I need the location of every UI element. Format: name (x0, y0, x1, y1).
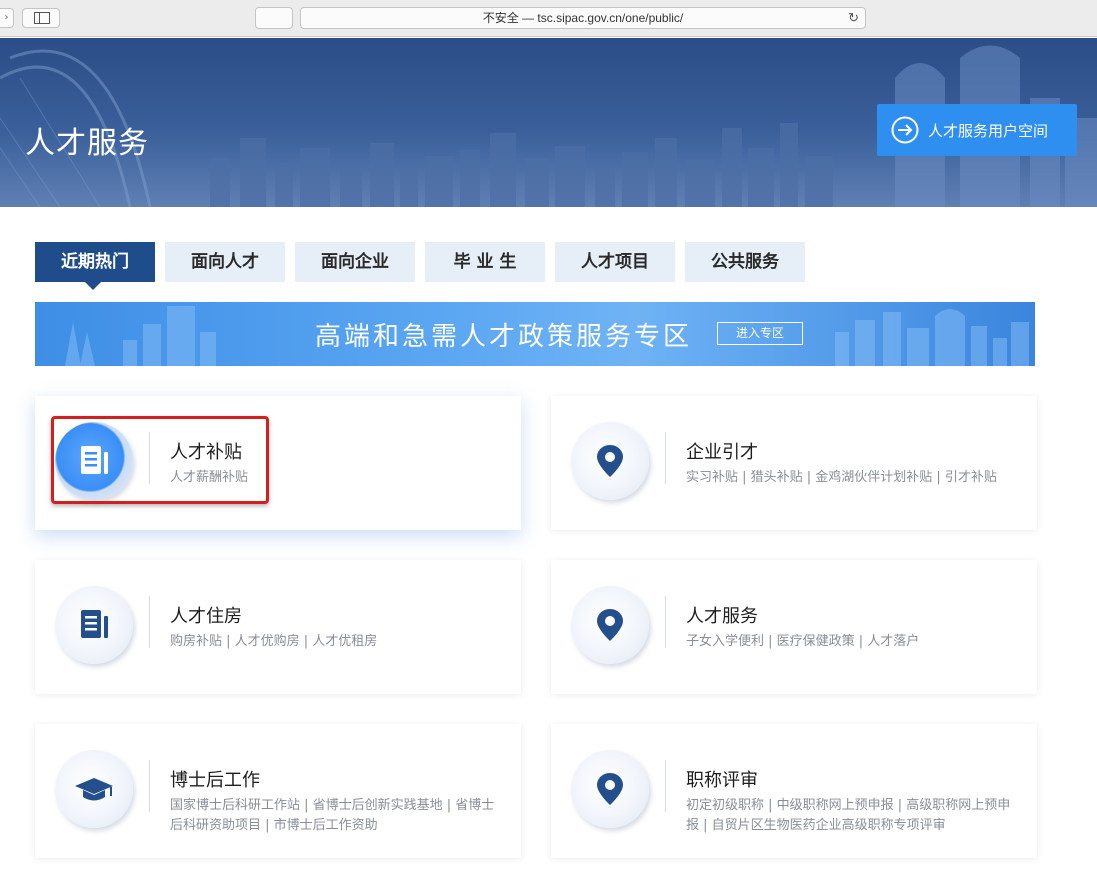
policy-zone-title: 高端和急需人才政策服务专区 (315, 322, 693, 352)
tab-graduates[interactable]: 毕 业 生 (425, 242, 545, 282)
card-subtitle: 实习补贴 | 猎头补贴 | 金鸡湖伙伴计划补贴 | 引才补贴 (686, 470, 997, 485)
card-title: 职称评审 (686, 770, 758, 791)
tab-for-talent[interactable]: 面向人才 (165, 242, 285, 282)
policy-zone-banner[interactable]: 高端和急需人才政策服务专区 进入专区 (35, 302, 1035, 366)
card-divider (149, 596, 150, 648)
tab-overview-button[interactable] (255, 7, 293, 29)
card-icon-circle (571, 586, 649, 664)
enter-zone-button[interactable]: 进入专区 (717, 322, 803, 345)
back-button[interactable]: › (0, 8, 14, 28)
card-talent-services[interactable]: 人才服务 子女入学便利 | 医疗保健政策 | 人才落户 (551, 560, 1037, 694)
address-bar[interactable]: 不安全 — tsc.sipac.gov.cn/one/public/ ↻ (300, 7, 866, 29)
card-icon-circle (571, 422, 649, 500)
card-subtitle: 子女入学便利 | 医疗保健政策 | 人才落户 (686, 634, 920, 649)
card-subtitle: 国家博士后科研工作站 | 省博士后创新实践基地 | 省博士后科研资助项目 | 市… (170, 798, 495, 833)
card-icon-circle (55, 586, 133, 664)
card-icon-circle (571, 750, 649, 828)
sidebar-toggle-button[interactable] (22, 8, 60, 28)
highlight-box (51, 416, 269, 504)
card-talent-housing[interactable]: 人才住房 购房补贴 | 人才优购房 | 人才优租房 (35, 560, 521, 694)
card-subtitle: 初定初级职称 | 中级职称网上预申报 | 高级职称网上预申报 | 自贸片区生物医… (686, 798, 1011, 833)
card-title: 博士后工作 (170, 770, 260, 791)
page-title: 人才服务 (25, 126, 149, 161)
card-subtitle: 购房补贴 | 人才优购房 | 人才优租房 (170, 634, 378, 649)
address-text: 不安全 — tsc.sipac.gov.cn/one/public/ (482, 11, 684, 25)
card-title-evaluation[interactable]: 职称评审 初定初级职称 | 中级职称网上预申报 | 高级职称网上预申报 | 自贸… (551, 724, 1037, 858)
hero-banner: 人才服务 人才服务用户空间 (0, 38, 1097, 207)
user-space-button[interactable]: 人才服务用户空间 (877, 104, 1077, 156)
tab-public-services[interactable]: 公共服务 (685, 242, 805, 282)
card-title: 人才服务 (686, 606, 758, 627)
enter-arrow-icon (891, 116, 919, 144)
location-pin-icon (597, 609, 623, 641)
card-enterprise-recruitment[interactable]: 企业引才 实习补贴 | 猎头补贴 | 金鸡湖伙伴计划补贴 | 引才补贴 (551, 396, 1037, 530)
location-pin-icon (597, 773, 623, 805)
reload-icon[interactable]: ↻ (848, 8, 859, 28)
document-icon (81, 610, 108, 638)
tab-for-enterprise[interactable]: 面向企业 (295, 242, 415, 282)
card-divider (665, 596, 666, 648)
tab-talent-projects[interactable]: 人才项目 (555, 242, 675, 282)
card-icon-circle (55, 750, 133, 828)
browser-toolbar: › 不安全 — tsc.sipac.gov.cn/one/public/ ↻ (0, 0, 1097, 37)
card-divider (665, 432, 666, 484)
card-title: 企业引才 (686, 442, 758, 463)
graduation-cap-icon (75, 778, 113, 801)
card-postdoc-work[interactable]: 博士后工作 国家博士后科研工作站 | 省博士后创新实践基地 | 省博士后科研资助… (35, 724, 521, 858)
card-title: 人才住房 (170, 606, 242, 627)
sidebar-icon (34, 12, 50, 24)
location-pin-icon (597, 445, 623, 477)
tab-recent-hot[interactable]: 近期热门 (35, 242, 155, 290)
card-divider (665, 760, 666, 812)
user-space-label: 人才服务用户空间 (928, 121, 1049, 140)
card-divider (149, 760, 150, 812)
